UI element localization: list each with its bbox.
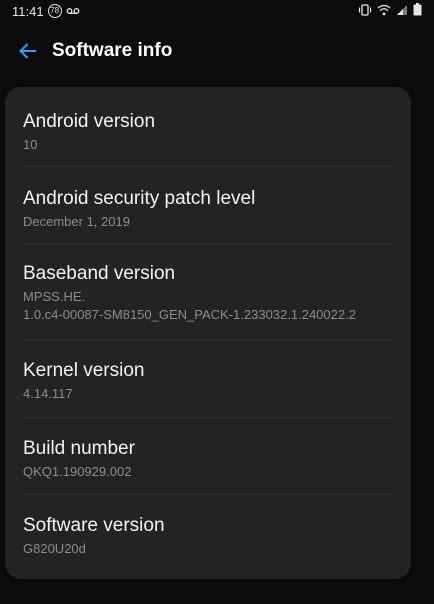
- voicemail-icon: [66, 4, 80, 19]
- arrow-left-icon: [19, 43, 36, 59]
- vibrate-icon: [358, 3, 372, 19]
- list-item-android-version[interactable]: Android version 10: [23, 87, 393, 167]
- list-item-value: G820U20d: [23, 541, 86, 556]
- list-item-value: December 1, 2019: [23, 214, 130, 229]
- list-item-build-number[interactable]: Build number QKQ1.190929.002: [23, 418, 393, 495]
- list-item-title: Baseband version: [23, 263, 176, 284]
- list-item-title: Android security patch level: [23, 188, 256, 209]
- status-left: 11:41 78: [12, 4, 80, 19]
- status-time: 11:41: [12, 3, 44, 19]
- list-item-title: Kernel version: [23, 360, 145, 381]
- list-item-baseband-version[interactable]: Baseband version MPSS.HE. 1.0.c4-00087-S…: [23, 244, 393, 341]
- list-item-title: Software version: [23, 515, 165, 536]
- software-info-list: Android version 10 Android security patc…: [5, 87, 411, 579]
- list-item-software-version[interactable]: Software version G820U20d: [23, 495, 393, 575]
- battery-icon: [413, 3, 422, 19]
- wifi-icon: [377, 4, 391, 19]
- notification-badge-icon: 78: [47, 4, 62, 18]
- list-item-title: Build number: [23, 438, 135, 459]
- back-button[interactable]: [4, 28, 52, 74]
- list-item-title: Android version: [23, 111, 156, 132]
- list-item-value: 4.14.117: [23, 386, 73, 401]
- status-bar: 11:41 78: [0, 0, 434, 22]
- list-item-security-patch-level[interactable]: Android security patch level December 1,…: [23, 167, 393, 244]
- list-item-value: QKQ1.190929.002: [23, 464, 132, 479]
- list-item-kernel-version[interactable]: Kernel version 4.14.117: [23, 341, 393, 418]
- app-bar: Software info: [0, 28, 434, 74]
- status-right: [358, 3, 422, 19]
- page-title: Software info: [52, 40, 173, 61]
- list-item-value: MPSS.HE. 1.0.c4-00087-SM8150_GEN_PACK-1.…: [23, 289, 356, 322]
- list-item-value: 10: [23, 137, 38, 152]
- signal-icon: [396, 4, 408, 19]
